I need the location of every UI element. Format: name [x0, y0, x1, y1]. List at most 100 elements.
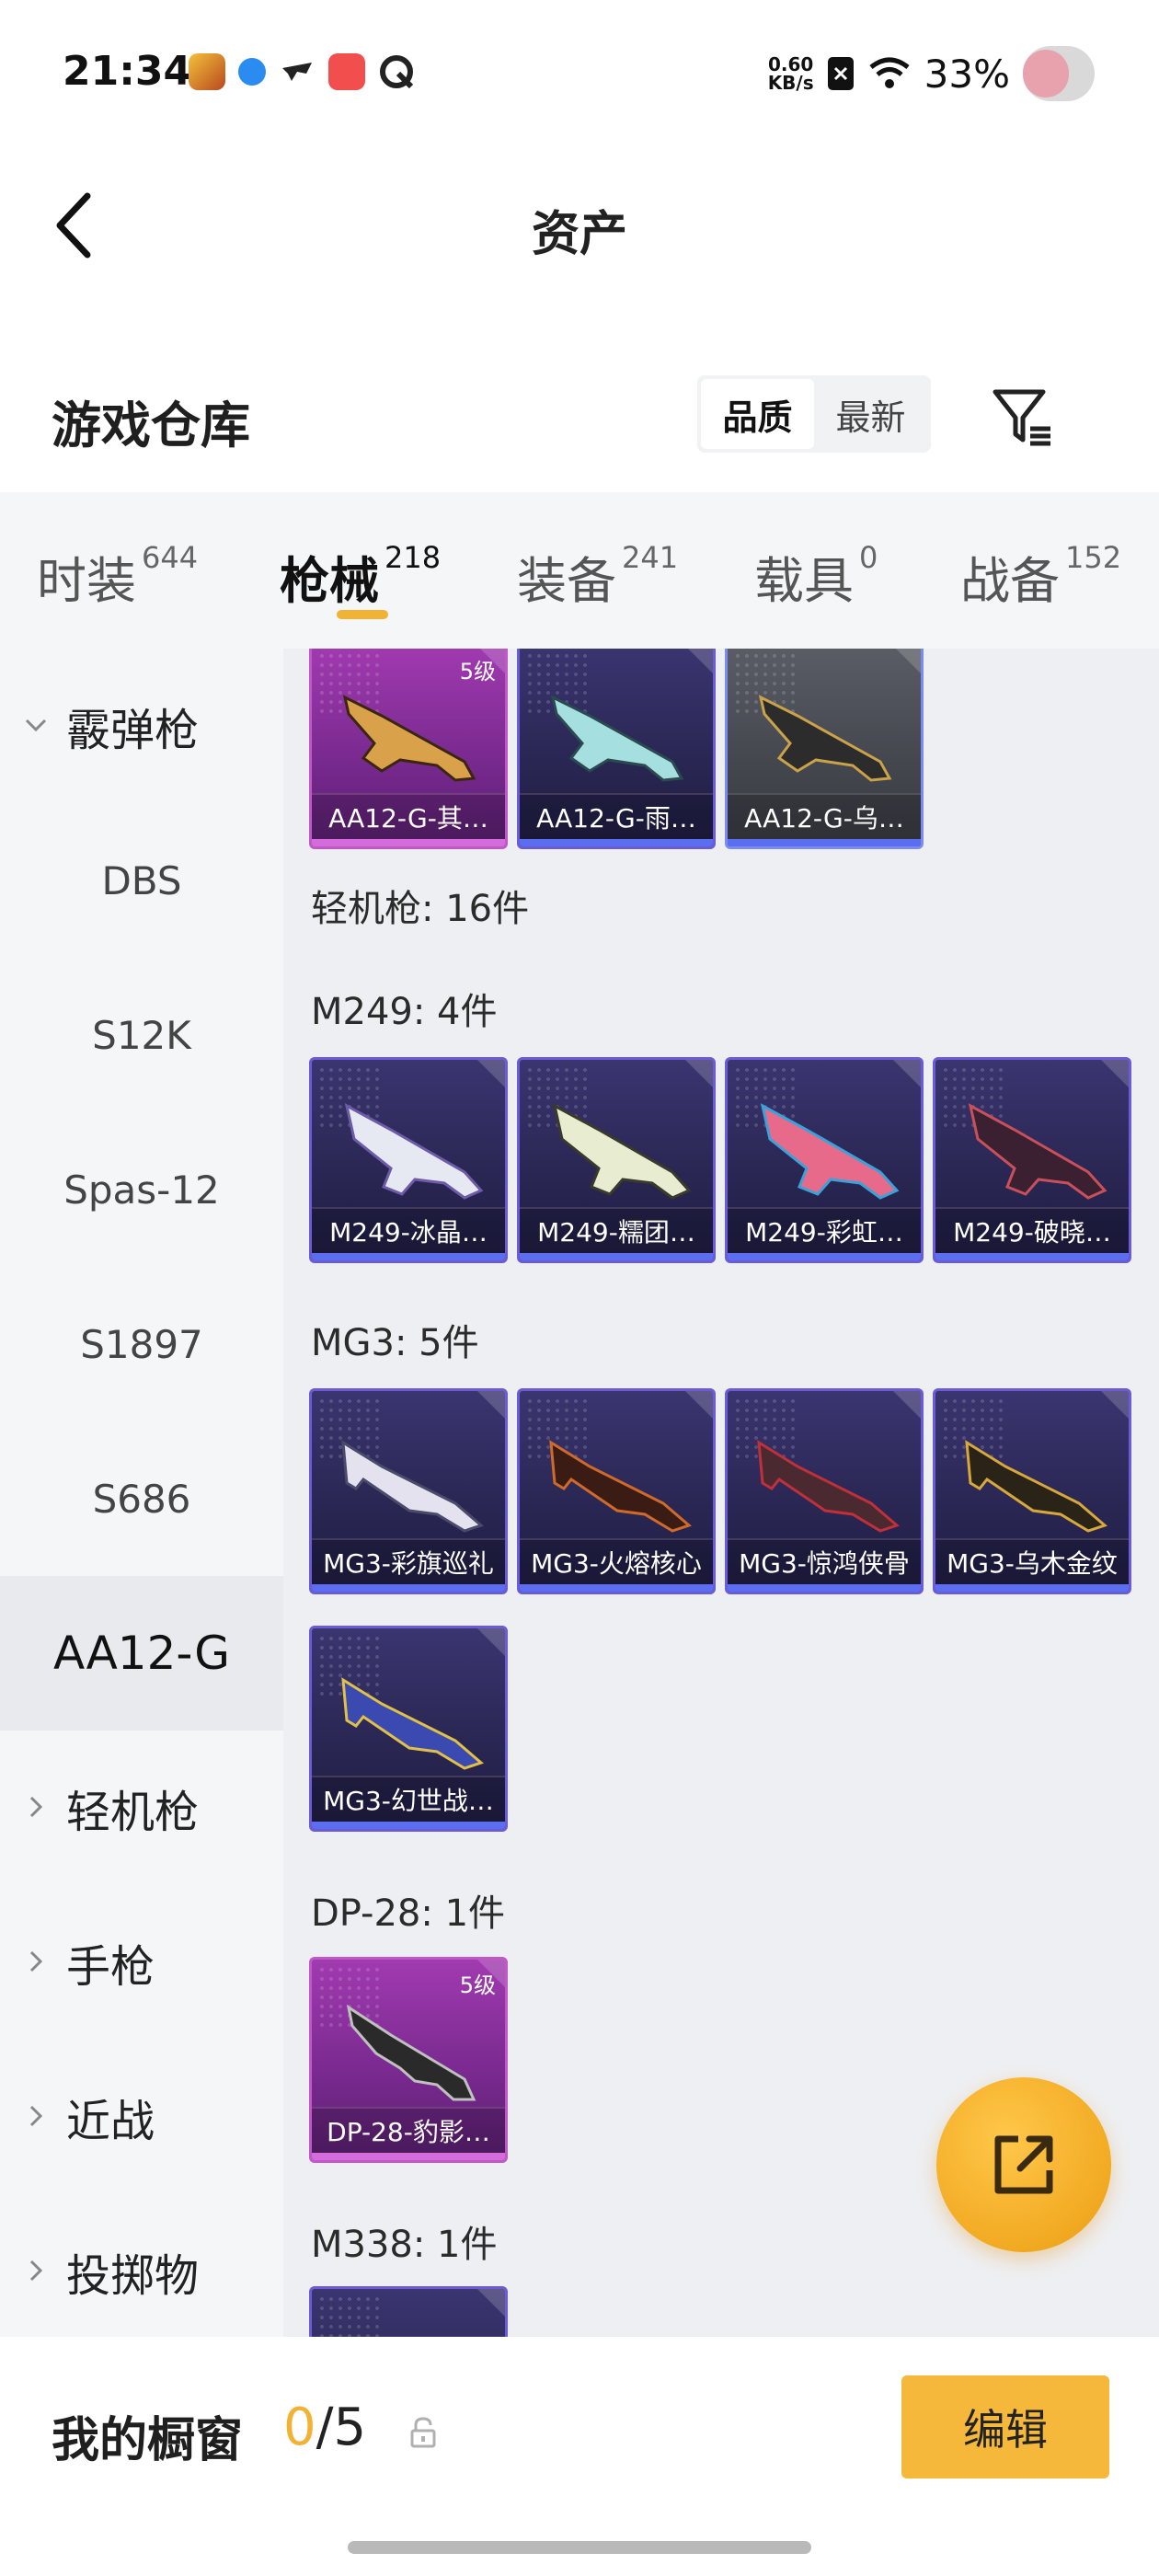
- tab-label: 装备: [517, 552, 616, 610]
- weapon-card[interactable]: MG3-彩旗巡礼: [309, 1388, 508, 1594]
- filter-button[interactable]: [986, 381, 1060, 454]
- gun-icon: [346, 2004, 476, 2101]
- sidebar-item-s686[interactable]: S686: [0, 1421, 283, 1576]
- section-mg3: MG3: 5件: [311, 1322, 479, 1364]
- weapon-card[interactable]: 5级 DP-28-豹影…: [309, 1957, 508, 2163]
- showcase-label: 我的橱窗: [52, 2413, 244, 2468]
- gun-icon: [342, 695, 476, 782]
- sidebar-item-label: 手枪: [66, 1941, 155, 1993]
- weapon-card[interactable]: AA12-G-乌…: [725, 649, 924, 849]
- tab-label: 战备: [960, 552, 1060, 610]
- gun-icon: [757, 1440, 900, 1533]
- weapon-name: MG3-惊鸿侠骨: [728, 1538, 921, 1584]
- weapon-name: M249-彩虹…: [728, 1207, 921, 1253]
- sidebar-item-label: Spas-12: [63, 1167, 220, 1213]
- tab-supplies[interactable]: 战备 152: [960, 540, 1121, 613]
- weapon-name: AA12-G-乌…: [728, 793, 921, 839]
- sidebar-item-label: S1897: [80, 1321, 203, 1367]
- tab-count: 218: [384, 540, 442, 575]
- sidebar-item-label: DBS: [101, 857, 182, 903]
- weapon-card[interactable]: MG3-惊鸿侠骨: [725, 1388, 924, 1594]
- sidebar-item-s1897[interactable]: S1897: [0, 1267, 283, 1421]
- app-header: 资产: [0, 166, 1159, 285]
- sidebar-item-label: 近战: [66, 2096, 155, 2147]
- edit-button[interactable]: 编辑: [901, 2375, 1109, 2478]
- showcase-current: 0: [283, 2398, 316, 2457]
- weapon-sidebar: 霰弹枪 DBS S12K Spas-12 S1897 S686 AA12-G 轻…: [0, 649, 283, 2337]
- weapon-card[interactable]: M249-破晓…: [933, 1057, 1131, 1263]
- gun-icon: [344, 1103, 484, 1200]
- sidebar-item-throwables[interactable]: 投掷物: [0, 2194, 283, 2337]
- showcase-bar: 我的橱窗 0/5 编辑: [0, 2337, 1159, 2576]
- tab-count: 0: [859, 540, 878, 575]
- sidebar-item-label: 霰弹枪: [66, 705, 200, 756]
- sidebar-item-s12k[interactable]: S12K: [0, 958, 283, 1112]
- section-dp28: DP-28: 1件: [311, 1892, 506, 1935]
- sidebar-item-aa12g[interactable]: AA12-G: [0, 1576, 283, 1731]
- share-button[interactable]: [936, 2077, 1111, 2252]
- game-icon: [189, 53, 225, 90]
- sidebar-item-lmg[interactable]: 轻机枪: [0, 1731, 283, 1885]
- status-right: 0.60 KB/s 33%: [768, 46, 1095, 101]
- notification-icons: [189, 53, 415, 90]
- weapon-name: MG3-火熔核心: [520, 1538, 713, 1584]
- chevron-right-icon: [29, 2105, 43, 2127]
- weapon-card[interactable]: M249-彩虹…: [725, 1057, 924, 1263]
- weapon-name: MG3-乌木金纹: [935, 1538, 1129, 1584]
- weapon-name: M249-糯团…: [520, 1207, 713, 1253]
- gun-icon: [760, 1103, 900, 1200]
- gun-icon: [341, 1677, 484, 1770]
- tab-fashion[interactable]: 时装 644: [37, 540, 198, 613]
- section-lmg-total: 轻机枪: 16件: [311, 888, 530, 930]
- sort-newest-button[interactable]: 最新: [814, 379, 927, 449]
- sidebar-item-label: S686: [92, 1476, 191, 1522]
- showcase-total: /5: [316, 2398, 367, 2457]
- tab-equipment[interactable]: 装备 241: [517, 540, 678, 613]
- chevron-down-icon: [25, 719, 47, 732]
- gun-icon: [965, 1440, 1107, 1533]
- weapon-name: MG3-彩旗巡礼: [312, 1538, 505, 1584]
- sidebar-item-shotgun[interactable]: 霰弹枪: [0, 649, 283, 803]
- home-indicator[interactable]: [348, 2541, 811, 2554]
- tab-label: 时装: [37, 552, 136, 610]
- status-bar: 21:34 0.60 KB/s 33%: [0, 0, 1159, 138]
- sidebar-item-label: 轻机枪: [66, 1787, 200, 1838]
- gun-icon: [341, 1440, 484, 1533]
- weapon-card[interactable]: MG3-幻世战…: [309, 1626, 508, 1832]
- weapon-card[interactable]: MG3-乌木金纹: [933, 1388, 1131, 1594]
- section-m249: M249: 4件: [311, 991, 498, 1033]
- weapon-card[interactable]: M249-糯团…: [517, 1057, 716, 1263]
- weapon-card[interactable]: MG3-火熔核心: [517, 1388, 716, 1594]
- weapon-card[interactable]: M249-冰晶…: [309, 1057, 508, 1263]
- tab-vehicles[interactable]: 载具 0: [754, 540, 878, 613]
- sort-quality-button[interactable]: 品质: [701, 379, 814, 449]
- weapon-card[interactable]: AA12-G-雨…: [517, 649, 716, 849]
- category-tabs: 时装 644 枪械 218 装备 241 载具 0 战备 152: [0, 492, 1159, 649]
- status-time: 21:34: [63, 48, 192, 95]
- tab-label: 载具: [754, 552, 854, 610]
- drone-icon: [279, 53, 316, 90]
- warehouse-title: 游戏仓库: [52, 397, 250, 454]
- showcase-count: 0/5: [283, 2398, 366, 2457]
- gun-icon: [758, 695, 892, 782]
- weapon-name: AA12-G-其…: [312, 793, 505, 839]
- sim-off-icon: [827, 57, 854, 90]
- sidebar-item-spas12[interactable]: Spas-12: [0, 1112, 283, 1267]
- weapon-name: MG3-幻世战…: [312, 1776, 505, 1822]
- net-speed-value: 0.60: [767, 53, 814, 75]
- sidebar-item-melee[interactable]: 近战: [0, 2040, 283, 2194]
- weapon-card[interactable]: [309, 2286, 508, 2337]
- sidebar-item-label: S12K: [92, 1012, 191, 1058]
- gun-icon: [968, 1103, 1107, 1200]
- weapon-card[interactable]: 5级 AA12-G-其…: [309, 649, 508, 849]
- share-icon: [994, 2135, 1053, 2194]
- chevron-right-icon: [29, 2260, 43, 2282]
- battery-level: 33%: [924, 51, 1010, 97]
- sidebar-item-dbs[interactable]: DBS: [0, 803, 283, 958]
- tab-firearms[interactable]: 枪械 218: [280, 540, 441, 613]
- weapon-name: DP-28-豹影…: [312, 2107, 505, 2153]
- sidebar-item-label: 投掷物: [66, 2250, 200, 2302]
- sidebar-item-pistol[interactable]: 手枪: [0, 1885, 283, 2040]
- gun-icon: [552, 1103, 692, 1200]
- browser-icon: [378, 53, 415, 90]
